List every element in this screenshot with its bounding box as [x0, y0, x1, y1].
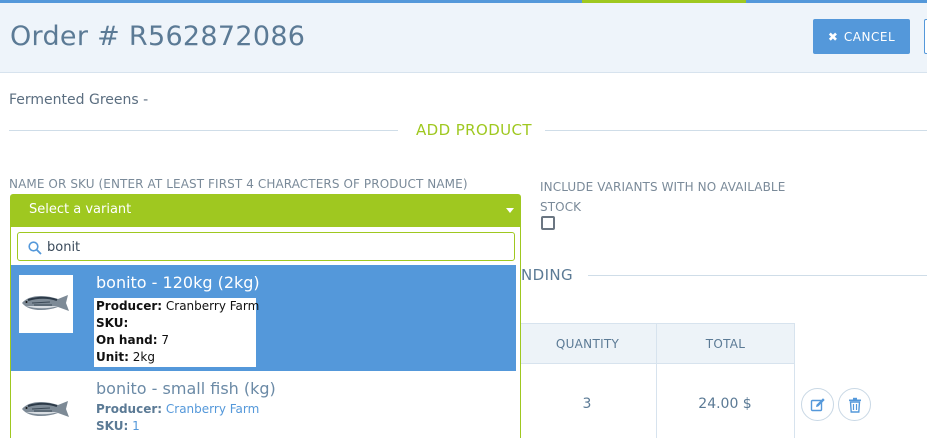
- unit-label: Unit:: [96, 350, 129, 364]
- variant-option-title: bonito - small fish (kg): [96, 379, 276, 398]
- column-header-total: TOTAL: [656, 323, 795, 364]
- variant-select-placeholder: Select a variant: [29, 202, 132, 217]
- section-divider-left: [9, 130, 398, 131]
- fish-thumbnail: [19, 381, 73, 438]
- add-product-section-title: ADD PRODUCT: [416, 121, 532, 139]
- name-or-sku-label: NAME OR SKU (ENTER AT LEAST FIRST 4 CHAR…: [9, 177, 468, 191]
- column-header-quantity: QUANTITY: [518, 323, 657, 364]
- close-icon: ✖: [827, 29, 838, 44]
- sku-label: SKU:: [96, 419, 129, 433]
- section-divider-right: [545, 130, 927, 131]
- producer-label: Producer:: [96, 299, 163, 313]
- page-header: Order # R562872086 ✖ CANCEL: [0, 3, 927, 73]
- page-title: Order # R562872086: [10, 21, 306, 52]
- on-hand-value: 7: [161, 333, 169, 347]
- sku-value: 1: [132, 419, 140, 433]
- pending-section-divider: [588, 275, 927, 276]
- pending-section-title: NDING: [521, 266, 574, 284]
- cancel-button-label: CANCEL: [843, 29, 896, 44]
- producer-line: Producer: Cranberry Farm: [96, 401, 259, 418]
- variant-option[interactable]: bonito - small fish (kg) Producer: Cranb…: [11, 371, 516, 438]
- producer-line: Producer: Cranberry Farm: [96, 298, 259, 315]
- variant-search-input[interactable]: [47, 237, 507, 257]
- unit-line: Unit: 2kg: [96, 349, 254, 366]
- on-hand-label: On hand:: [96, 333, 158, 347]
- variant-option-details: Producer: Cranberry Farm SKU: On hand: 7…: [94, 298, 259, 367]
- caret-down-icon: [506, 208, 514, 213]
- delete-line-item-button[interactable]: [838, 388, 871, 421]
- line-item-quantity: 3: [518, 364, 657, 438]
- edit-line-item-button[interactable]: [801, 388, 834, 421]
- variant-dropdown: bonito - 120kg (2kg) Producer: Cranberry…: [10, 227, 521, 438]
- variant-option-title: bonito - 120kg (2kg): [96, 273, 260, 292]
- variant-option-details: Producer: Cranberry Farm SKU: 1: [96, 401, 259, 435]
- fish-thumbnail: [19, 275, 73, 333]
- sku-line: SKU:: [96, 315, 254, 332]
- unit-value: 2kg: [132, 350, 155, 364]
- sku-label: SKU:: [96, 316, 129, 330]
- edit-icon: [810, 397, 825, 411]
- search-icon: [28, 241, 42, 255]
- producer-value: Cranberry Farm: [165, 402, 260, 416]
- sku-line: SKU: 1: [96, 418, 259, 435]
- on-hand-line: On hand: 7: [96, 332, 254, 349]
- variant-option[interactable]: bonito - 120kg (2kg) Producer: Cranberry…: [11, 265, 516, 371]
- variant-search-box: [17, 232, 515, 261]
- producer-value: Cranberry Farm: [165, 299, 260, 313]
- trash-icon: [848, 397, 861, 413]
- variant-select[interactable]: Select a variant: [10, 194, 521, 227]
- include-variants-checkbox[interactable]: [541, 216, 555, 230]
- order-distributor-subtitle: Fermented Greens -: [9, 92, 149, 108]
- cancel-button[interactable]: ✖ CANCEL: [813, 19, 910, 54]
- line-item-total: 24.00 $: [656, 364, 795, 438]
- producer-label: Producer:: [96, 402, 163, 416]
- include-variants-label: INCLUDE VARIANTS WITH NO AVAILABLE STOCK: [540, 180, 786, 214]
